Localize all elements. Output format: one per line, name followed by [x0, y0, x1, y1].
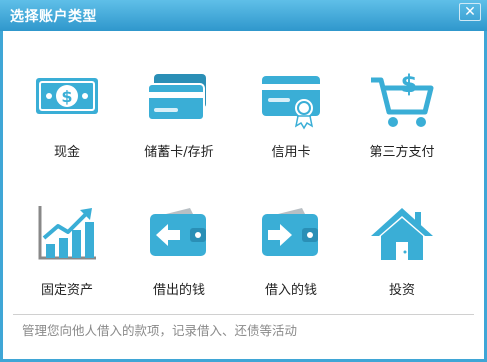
- svg-text:$: $: [401, 70, 418, 98]
- close-icon: ✕: [464, 4, 476, 20]
- hint-text: 管理您向他人借入的款项，记录借入、还债等活动: [22, 323, 298, 338]
- credit-card-icon: [262, 76, 320, 130]
- savings-cards-icon: [147, 74, 206, 121]
- tile-label: 固定资产: [40, 283, 93, 298]
- tile-label: 借出的钱: [152, 283, 205, 298]
- svg-text:$: $: [61, 87, 72, 106]
- divider: [13, 314, 474, 315]
- tile-credit-card[interactable]: 信用卡: [236, 64, 346, 174]
- title-bar[interactable]: 选择账户类型 ✕: [0, 0, 487, 31]
- tile-money-lent[interactable]: 借出的钱: [124, 202, 234, 312]
- cash-banknote-icon: $: [36, 78, 98, 114]
- shopping-cart-dollar-icon: $: [371, 70, 434, 127]
- house-icon: [371, 208, 433, 260]
- tile-investment[interactable]: 投资: [347, 202, 457, 312]
- account-type-dialog: 选择账户类型 ✕ $ 现金 储蓄卡/存折 信用卡 $ 第三方支付 固定资产 借出…: [0, 0, 487, 362]
- tile-label: 信用卡: [271, 145, 311, 160]
- dialog-title: 选择账户类型: [10, 9, 97, 25]
- tile-savings-card[interactable]: 储蓄卡/存折: [124, 64, 234, 174]
- tile-third-party-payment[interactable]: $ 第三方支付: [347, 64, 457, 174]
- dialog-content: $ 现金 储蓄卡/存折 信用卡 $ 第三方支付 固定资产 借出的钱 借入的钱 投…: [3, 31, 484, 359]
- wallet-arrow-in-icon: [262, 208, 318, 256]
- wallet-arrow-out-icon: [150, 208, 206, 256]
- close-button[interactable]: ✕: [459, 3, 481, 21]
- tile-label: 借入的钱: [264, 283, 317, 298]
- tile-money-borrowed[interactable]: 借入的钱: [236, 202, 346, 312]
- tile-fixed-assets[interactable]: 固定资产: [12, 202, 122, 312]
- tile-label: 投资: [388, 283, 415, 298]
- tile-label: 储蓄卡/存折: [144, 145, 214, 160]
- tile-label: 第三方支付: [369, 145, 435, 160]
- growth-chart-icon: [38, 206, 96, 260]
- tile-label: 现金: [53, 145, 80, 160]
- tile-cash[interactable]: $ 现金: [12, 64, 122, 174]
